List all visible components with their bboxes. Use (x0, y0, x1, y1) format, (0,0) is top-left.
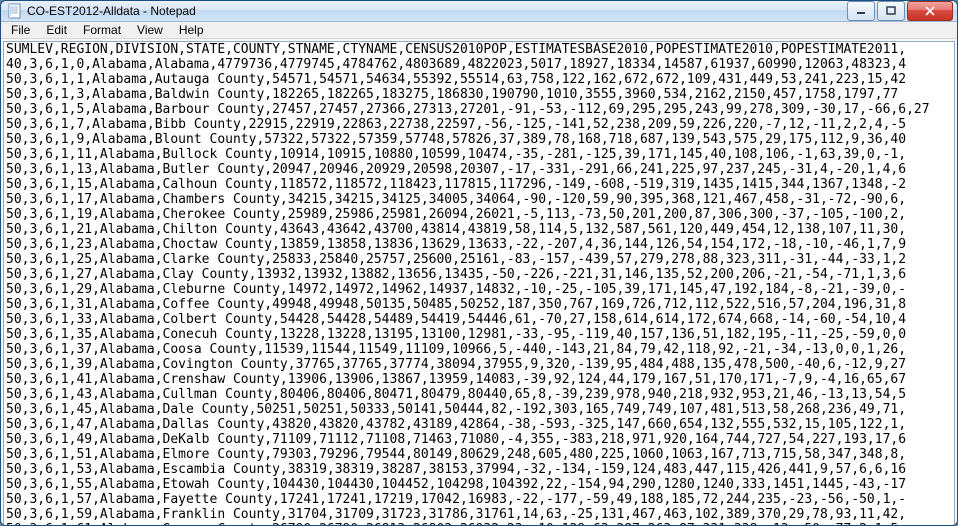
menu-view[interactable]: View (129, 22, 171, 38)
maximize-button[interactable] (877, 1, 905, 21)
window-title: CO-EST2012-Alldata - Notepad (27, 4, 845, 18)
close-button[interactable] (907, 1, 953, 21)
window-buttons (845, 1, 953, 21)
minimize-icon (856, 6, 866, 16)
minimize-button[interactable] (847, 1, 875, 21)
menu-edit[interactable]: Edit (38, 22, 75, 38)
text-content[interactable]: SUMLEV,REGION,DIVISION,STATE,COUNTY,STNA… (3, 41, 955, 526)
menu-help[interactable]: Help (171, 22, 212, 38)
menu-format[interactable]: Format (75, 22, 129, 38)
close-icon (925, 6, 935, 16)
notepad-window: CO-EST2012-Alldata - Notepad File Edit F… (0, 0, 958, 526)
menu-file[interactable]: File (3, 22, 38, 38)
client-area: SUMLEV,REGION,DIVISION,STATE,COUNTY,STNA… (1, 39, 957, 526)
menubar: File Edit Format View Help (1, 22, 957, 39)
maximize-icon (886, 6, 896, 16)
notepad-icon (7, 3, 23, 19)
titlebar[interactable]: CO-EST2012-Alldata - Notepad (1, 1, 957, 22)
